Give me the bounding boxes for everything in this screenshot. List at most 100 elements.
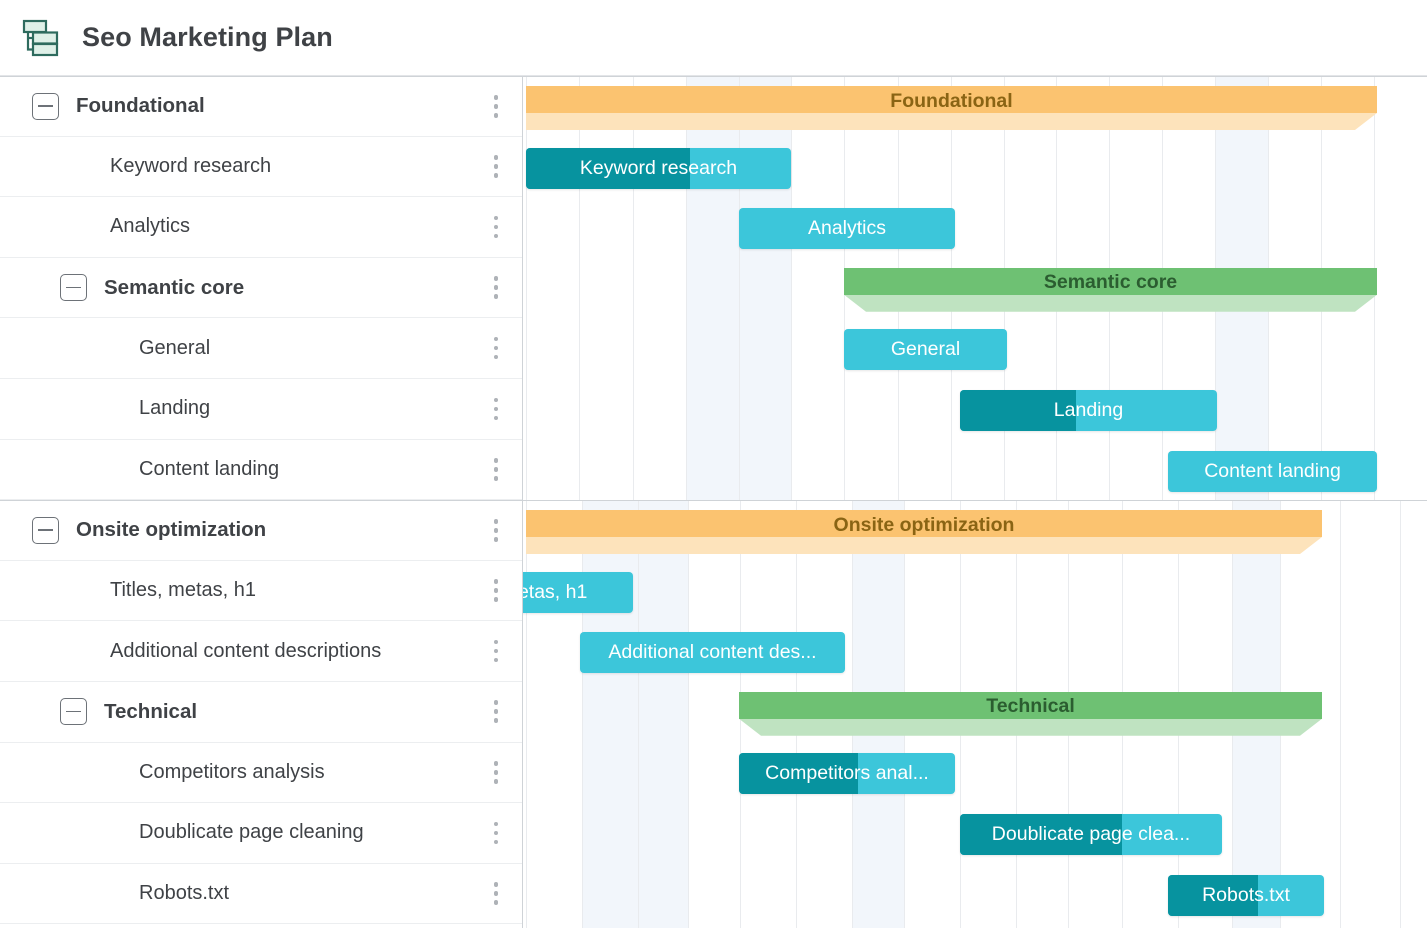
tree-row-label: Technical (104, 700, 197, 724)
chart-row: General (523, 319, 1427, 380)
chart-row: Technical (523, 683, 1427, 744)
tree-row[interactable]: General (0, 318, 522, 379)
tree-row[interactable]: Robots.txt (0, 864, 522, 925)
chart-row: Keyword research (523, 138, 1427, 199)
tree-row[interactable]: Onsite optimization (0, 500, 522, 561)
chart-row: Foundational (523, 77, 1427, 138)
tree-row-label: Content landing (139, 458, 279, 481)
tree-row[interactable]: Landing (0, 379, 522, 440)
tree-row-label: Semantic core (104, 276, 244, 300)
chart-row: Landing (523, 380, 1427, 441)
task-bar-label: Keyword research (526, 148, 791, 189)
tree-row-label: Analytics (110, 215, 190, 238)
gantt-summary-bar[interactable]: Technical (739, 692, 1322, 736)
gantt-task-bar[interactable]: Doublicate page clea... (960, 814, 1222, 855)
row-menu-icon[interactable] (478, 621, 514, 681)
collapse-toggle-icon[interactable] (32, 517, 59, 544)
tree-row-content: Analytics (0, 197, 478, 257)
summary-bar-label: Technical (739, 692, 1322, 722)
gantt-chart-panel[interactable]: Foundational Keyword research Analytics Sem… (523, 76, 1427, 928)
tree-row[interactable]: Competitors analysis (0, 743, 522, 804)
gantt-summary-bar[interactable]: Semantic core (844, 268, 1377, 312)
task-tree-panel[interactable]: Foundational Keyword research Analytics Sem… (0, 76, 523, 928)
row-menu-icon[interactable] (478, 137, 514, 197)
chart-row: Titles, metas, h1 (523, 562, 1427, 623)
tree-row-label: Additional content descriptions (110, 640, 381, 663)
chart-row: Semantic core (523, 259, 1427, 320)
task-bar-label: Titles, metas, h1 (523, 572, 633, 613)
gantt-task-bar[interactable]: General (844, 329, 1007, 370)
row-menu-icon[interactable] (478, 501, 514, 560)
tree-row-label: General (139, 337, 210, 360)
gantt-task-bar[interactable]: Keyword research (526, 148, 791, 189)
task-bar-label: Competitors anal... (739, 753, 955, 794)
gantt-summary-bar[interactable]: Foundational (526, 86, 1377, 130)
chart-row: Competitors anal... (523, 743, 1427, 804)
row-menu-icon[interactable] (478, 197, 514, 257)
row-menu-icon[interactable] (478, 743, 514, 803)
tree-row-content: Technical (0, 682, 478, 742)
gantt-task-bar[interactable]: Robots.txt (1168, 875, 1324, 916)
collapse-toggle-icon[interactable] (32, 93, 59, 120)
gantt-task-bar[interactable]: Content landing (1168, 451, 1377, 492)
task-bar-label: General (844, 329, 1007, 370)
gantt-chart-icon (20, 17, 60, 59)
summary-bar-label: Onsite optimization (526, 510, 1322, 540)
gantt-task-bar[interactable]: Landing (960, 390, 1217, 431)
tree-row-label: Onsite optimization (76, 518, 266, 542)
chart-row: Additional content des... (523, 622, 1427, 683)
gantt-task-bar[interactable]: Competitors anal... (739, 753, 955, 794)
tree-row-label: Landing (139, 397, 210, 420)
gantt-task-bar[interactable]: Titles, metas, h1 (523, 572, 633, 613)
row-menu-icon[interactable] (478, 561, 514, 621)
chart-row: Content landing (523, 441, 1427, 500)
row-menu-icon[interactable] (478, 682, 514, 742)
summary-bar-label: Semantic core (844, 268, 1377, 298)
tree-row-content: Robots.txt (0, 864, 478, 924)
tree-row-content: Onsite optimization (0, 501, 478, 560)
tree-row[interactable]: Analytics (0, 197, 522, 258)
tree-row-label: Titles, metas, h1 (110, 579, 256, 602)
app-header: Seo Marketing Plan (0, 0, 1427, 76)
chart-row: Doublicate page clea... (523, 804, 1427, 865)
chart-row: Robots.txt (523, 865, 1427, 926)
task-bar-label: Robots.txt (1168, 875, 1324, 916)
tree-row[interactable]: Content landing (0, 440, 522, 501)
chart-section: Onsite optimization Titles, metas, h1 Addi… (523, 500, 1427, 928)
tree-row-label: Competitors analysis (139, 761, 325, 784)
chart-rows: Onsite optimization Titles, metas, h1 Addi… (523, 501, 1427, 928)
row-menu-icon[interactable] (478, 803, 514, 863)
tree-row-content: Competitors analysis (0, 743, 478, 803)
row-menu-icon[interactable] (478, 258, 514, 318)
row-menu-icon[interactable] (478, 379, 514, 439)
row-menu-icon[interactable] (478, 77, 514, 136)
gantt-task-bar[interactable]: Analytics (739, 208, 955, 249)
collapse-toggle-icon[interactable] (60, 274, 87, 301)
task-bar-label: Doublicate page clea... (960, 814, 1222, 855)
summary-bar-label: Foundational (526, 86, 1377, 116)
tree-row[interactable]: Technical (0, 682, 522, 743)
tree-row-label: Doublicate page cleaning (139, 821, 364, 844)
tree-row[interactable]: Semantic core (0, 258, 522, 319)
gantt-body: FoundationalKeyword researchAnalyticsSem… (0, 76, 1427, 928)
tree-row-content: Titles, metas, h1 (0, 561, 478, 621)
tree-row[interactable]: Additional content descriptions (0, 621, 522, 682)
row-menu-icon[interactable] (478, 864, 514, 924)
row-menu-icon[interactable] (478, 318, 514, 378)
chart-row: Analytics (523, 198, 1427, 259)
chart-row: Onsite optimization (523, 501, 1427, 562)
tree-row-content: Foundational (0, 77, 478, 136)
tree-row[interactable]: Keyword research (0, 137, 522, 198)
gantt-summary-bar[interactable]: Onsite optimization (526, 510, 1322, 554)
task-bar-label: Analytics (739, 208, 955, 249)
tree-row[interactable]: Doublicate page cleaning (0, 803, 522, 864)
tree-row[interactable]: Titles, metas, h1 (0, 561, 522, 622)
collapse-toggle-icon[interactable] (60, 698, 87, 725)
tree-row-label: Foundational (76, 94, 205, 118)
chart-rows: Foundational Keyword research Analytics Sem… (523, 77, 1427, 500)
tree-row-content: Semantic core (0, 258, 478, 318)
tree-row[interactable]: Foundational (0, 76, 522, 137)
gantt-task-bar[interactable]: Additional content des... (580, 632, 845, 673)
row-menu-icon[interactable] (478, 440, 514, 500)
tree-row-content: Landing (0, 379, 478, 439)
